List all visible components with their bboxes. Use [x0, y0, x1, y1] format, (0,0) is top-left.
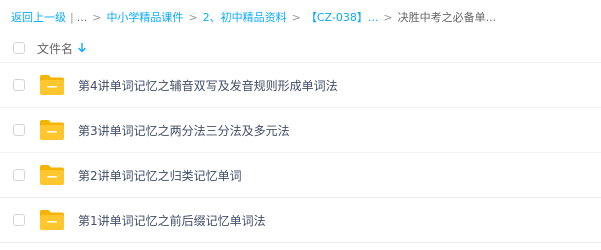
- file-name[interactable]: 第2讲单词记忆之归类记忆单词: [78, 167, 242, 184]
- breadcrumb-separator: >: [188, 10, 198, 24]
- folder-icon: [40, 210, 64, 230]
- file-name[interactable]: 第1讲单词记忆之前后缀记忆单词法: [78, 212, 266, 229]
- breadcrumb-item-courseware[interactable]: 中小学精品课件: [106, 9, 183, 25]
- breadcrumb-divider: |: [70, 10, 74, 24]
- breadcrumb-current: 决胜中考之必备单...: [397, 11, 497, 24]
- row-checkbox[interactable]: [13, 214, 25, 226]
- arrow-down-icon[interactable]: [78, 43, 86, 53]
- file-list: 第4讲单词记忆之辅音双写及发音规则形成单词法 第3讲单词记忆之两分法三分法及多元…: [0, 63, 601, 243]
- folder-icon: [40, 165, 64, 185]
- file-name[interactable]: 第4讲单词记忆之辅音双写及发音规则形成单词法: [78, 77, 338, 94]
- list-item[interactable]: 第1讲单词记忆之前后缀记忆单词法: [0, 198, 601, 243]
- folder-icon: [40, 120, 64, 140]
- row-checkbox[interactable]: [13, 79, 25, 91]
- list-item[interactable]: 第2讲单词记忆之归类记忆单词: [0, 153, 601, 198]
- breadcrumb-item-cz038[interactable]: 【CZ-038】...: [306, 9, 378, 25]
- list-header: 文件名: [0, 34, 601, 63]
- file-name[interactable]: 第3讲单词记忆之两分法三分法及多元法: [78, 122, 290, 139]
- back-link[interactable]: 返回上一级: [11, 9, 66, 25]
- column-header-filename[interactable]: 文件名: [37, 40, 73, 57]
- breadcrumb-ellipsis: ...: [76, 10, 88, 24]
- row-checkbox[interactable]: [13, 169, 25, 181]
- folder-icon: [40, 75, 64, 95]
- row-checkbox[interactable]: [13, 124, 25, 136]
- list-item[interactable]: 第3讲单词记忆之两分法三分法及多元法: [0, 108, 601, 153]
- list-item[interactable]: 第4讲单词记忆之辅音双写及发音规则形成单词法: [0, 63, 601, 108]
- breadcrumb-separator: >: [92, 10, 102, 24]
- breadcrumb: 返回上一级 | ... > 中小学精品课件 > 2、初中精品资料 > 【CZ-0…: [0, 0, 601, 34]
- breadcrumb-item-junior-materials[interactable]: 2、初中精品资料: [203, 9, 287, 25]
- breadcrumb-separator: >: [291, 10, 301, 24]
- breadcrumb-separator: >: [383, 10, 393, 24]
- select-all-checkbox[interactable]: [13, 42, 25, 54]
